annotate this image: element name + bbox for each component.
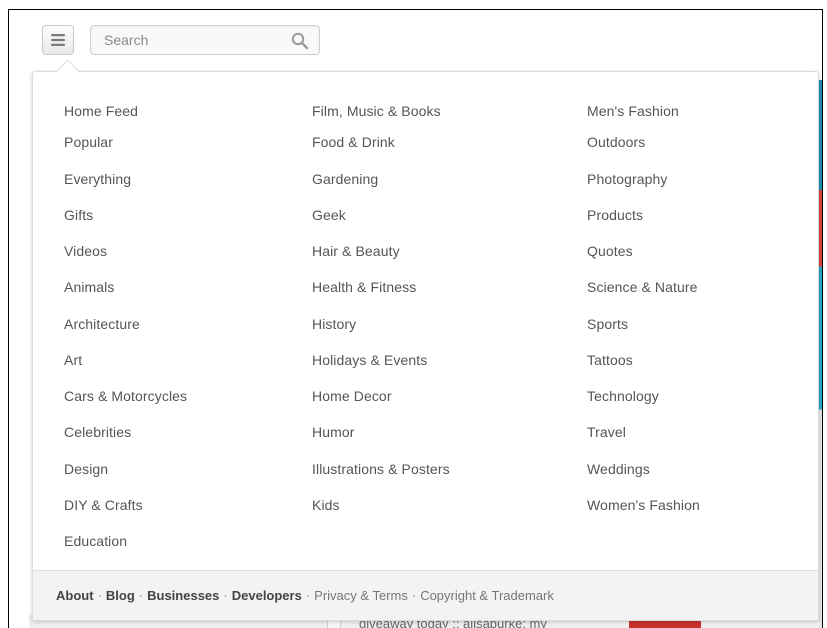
category-link-kids[interactable]: Kids xyxy=(312,497,340,513)
category-link-film-music-and-books[interactable]: Film, Music & Books xyxy=(312,103,441,119)
footer-separator: · xyxy=(223,588,228,603)
background-page-edge xyxy=(819,80,822,628)
category-link-sports[interactable]: Sports xyxy=(587,316,628,332)
category-link-technology[interactable]: Technology xyxy=(587,388,659,404)
search-input[interactable] xyxy=(91,26,294,54)
category-link-tattoos[interactable]: Tattoos xyxy=(587,352,633,368)
category-link-art[interactable]: Art xyxy=(64,352,82,368)
category-link-animals[interactable]: Animals xyxy=(64,279,115,295)
category-link-photography[interactable]: Photography xyxy=(587,171,668,187)
browser-viewport: giveaway today :: alisaburke: my Home Fe… xyxy=(8,9,823,628)
category-link-travel[interactable]: Travel xyxy=(587,424,626,440)
category-link-weddings[interactable]: Weddings xyxy=(587,461,650,477)
category-link-design[interactable]: Design xyxy=(64,461,108,477)
category-link-gardening[interactable]: Gardening xyxy=(312,171,378,187)
footer-separator: · xyxy=(97,588,102,603)
dropdown-caret xyxy=(55,59,80,84)
category-link-diy-and-crafts[interactable]: DIY & Crafts xyxy=(64,497,143,513)
category-link-illustrations-and-posters[interactable]: Illustrations & Posters xyxy=(312,461,450,477)
category-link-women-s-fashion[interactable]: Women's Fashion xyxy=(587,497,700,513)
category-link-history[interactable]: History xyxy=(312,316,356,332)
category-link-science-and-nature[interactable]: Science & Nature xyxy=(587,279,698,295)
category-link-cars-and-motorcycles[interactable]: Cars & Motorcycles xyxy=(64,388,187,404)
footer-privacy-link[interactable]: Privacy & Terms xyxy=(314,588,408,603)
category-link-videos[interactable]: Videos xyxy=(64,243,107,259)
menu-button[interactable] xyxy=(42,25,74,55)
menu-lines-icon xyxy=(51,34,65,46)
categories-dropdown: Home Feed Popular Everything Gifts Videos Ani… xyxy=(32,59,819,621)
footer-developers-link[interactable]: Developers xyxy=(232,588,302,603)
category-link-gifts[interactable]: Gifts xyxy=(64,207,93,223)
category-link-celebrities[interactable]: Celebrities xyxy=(64,424,131,440)
footer-about-link[interactable]: About xyxy=(56,588,94,603)
category-link-everything[interactable]: Everything xyxy=(64,171,131,187)
category-link-popular[interactable]: Popular xyxy=(64,134,113,150)
dropdown-footer: About · Blog · Businesses · Developers ·… xyxy=(33,570,818,620)
category-link-holidays-and-events[interactable]: Holidays & Events xyxy=(312,352,427,368)
footer-separator: · xyxy=(138,588,144,603)
magnifier-icon[interactable] xyxy=(291,32,309,50)
category-link-outdoors[interactable]: Outdoors xyxy=(587,134,645,150)
footer-copyright-link[interactable]: Copyright & Trademark xyxy=(420,588,554,603)
footer-blog-link[interactable]: Blog xyxy=(106,588,135,603)
category-link-health-and-fitness[interactable]: Health & Fitness xyxy=(312,279,416,295)
category-link-geek[interactable]: Geek xyxy=(312,207,346,223)
category-link-men-s-fashion[interactable]: Men's Fashion xyxy=(587,103,679,119)
footer-separator: · xyxy=(411,588,417,603)
category-link-quotes[interactable]: Quotes xyxy=(587,243,633,259)
category-link-home-feed[interactable]: Home Feed xyxy=(64,103,138,119)
search-box[interactable] xyxy=(90,25,320,55)
category-link-food-and-drink[interactable]: Food & Drink xyxy=(312,134,395,150)
category-link-home-decor[interactable]: Home Decor xyxy=(312,388,392,404)
category-link-humor[interactable]: Humor xyxy=(312,424,355,440)
category-link-architecture[interactable]: Architecture xyxy=(64,316,140,332)
category-link-hair-and-beauty[interactable]: Hair & Beauty xyxy=(312,243,400,259)
footer-separator: · xyxy=(305,588,311,603)
footer-businesses-link[interactable]: Businesses xyxy=(147,588,219,603)
category-link-products[interactable]: Products xyxy=(587,207,643,223)
category-link-education[interactable]: Education xyxy=(64,533,127,549)
